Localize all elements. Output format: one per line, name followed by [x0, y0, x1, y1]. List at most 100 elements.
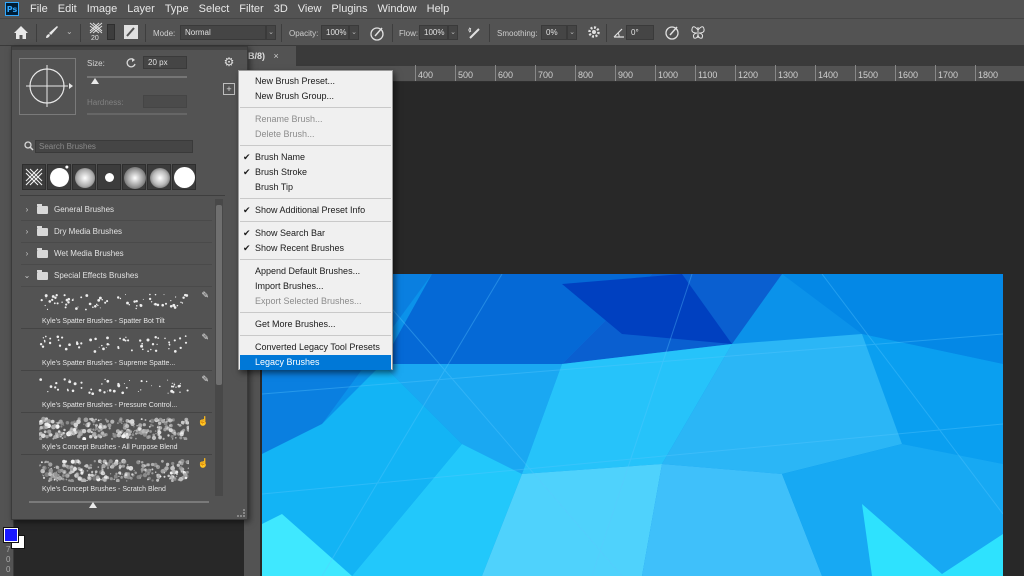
ruler-major-tick	[615, 65, 616, 81]
chevron-down-icon[interactable]: ⌄	[21, 271, 33, 280]
ruler-major-tick	[895, 65, 896, 81]
size-slider-thumb[interactable]	[91, 78, 99, 84]
menu-layer[interactable]: Layer	[122, 0, 160, 18]
menu-item-delete-brush: Delete Brush...	[240, 127, 391, 142]
hardness-input	[143, 95, 187, 108]
chevron-right-icon[interactable]: ›	[21, 249, 33, 258]
flow-input[interactable]: 100%	[419, 25, 448, 40]
brush-settings-panel-icon[interactable]	[123, 24, 139, 40]
menu-item-new-brush-group[interactable]: New Brush Group...	[240, 89, 391, 104]
size-input[interactable]: 20 px	[143, 56, 187, 69]
pressure-size-icon[interactable]	[664, 24, 680, 40]
menu-item-show-additional-preset-info[interactable]: ✔ Show Additional Preset Info	[240, 203, 391, 218]
opacity-input[interactable]: 100%	[321, 25, 349, 40]
menu-item-brush-stroke[interactable]: ✔ Brush Stroke	[240, 165, 391, 180]
brush-tool-icon[interactable]	[44, 24, 60, 40]
recent-brush-soft-medium[interactable]	[147, 164, 171, 190]
symmetry-butterfly-icon[interactable]	[690, 24, 706, 40]
menu-file[interactable]: File	[25, 0, 53, 18]
document-tab-title: B/8)	[248, 51, 266, 61]
ruler-tick-label: 1100	[698, 70, 718, 80]
menu-item-show-search-bar[interactable]: ✔ Show Search Bar	[240, 226, 391, 241]
menu-image[interactable]: Image	[82, 0, 123, 18]
group-dry-media-brushes[interactable]: › Dry Media Brushes	[21, 221, 212, 243]
smoothing-options-gear-icon[interactable]	[587, 25, 601, 39]
menu-edit[interactable]: Edit	[53, 0, 82, 18]
menu-separator	[240, 335, 391, 336]
menu-item-new-brush-preset[interactable]: New Brush Preset...	[240, 74, 391, 89]
group-special-effects-brushes[interactable]: ⌄ Special Effects Brushes	[21, 265, 212, 287]
chevron-right-icon[interactable]: ›	[21, 227, 33, 236]
recent-brush-hatch[interactable]	[22, 164, 46, 190]
hatch-brush-icon	[25, 168, 43, 186]
menu-item-converted-legacy-tool-presets[interactable]: Converted Legacy Tool Presets	[240, 340, 391, 355]
menu-window[interactable]: Window	[373, 0, 422, 18]
brush-preset-dropdown[interactable]	[107, 24, 115, 40]
menu-help[interactable]: Help	[422, 0, 455, 18]
menu-filter[interactable]: Filter	[234, 0, 268, 18]
resize-grip-icon[interactable]	[237, 509, 245, 517]
menu-type[interactable]: Type	[160, 0, 194, 18]
menu-item-brush-name[interactable]: ✔ Brush Name	[240, 150, 391, 165]
recent-brush-hard-large[interactable]	[172, 164, 196, 190]
brush-preset-picker-icon[interactable]	[89, 22, 103, 34]
brush-tip-preview[interactable]	[19, 58, 76, 115]
brush-item[interactable]: ☝ Kyle's Concept Brushes - Scratch Blend	[21, 455, 212, 496]
brush-angle-roundness-icon[interactable]	[20, 59, 75, 114]
smoothing-dropdown-arrow[interactable]: ⌄	[567, 25, 577, 40]
mode-dropdown-arrow[interactable]: ⌄	[266, 25, 276, 40]
recent-brush-soft-large[interactable]	[122, 164, 146, 190]
chevron-down-icon[interactable]: ⌄	[66, 27, 73, 36]
menu-select[interactable]: Select	[194, 0, 235, 18]
airbrush-icon[interactable]	[466, 25, 484, 41]
close-tab-icon[interactable]: ×	[274, 51, 279, 61]
panel-settings-gear-icon[interactable]: ⚙	[222, 55, 236, 69]
recent-brush-soft-round[interactable]	[72, 164, 96, 190]
group-general-brushes[interactable]: › General Brushes	[21, 199, 212, 221]
smudge-tool-icon: ☝	[197, 416, 209, 426]
opacity-dropdown-arrow[interactable]: ⌄	[349, 25, 359, 40]
menu-view[interactable]: View	[293, 0, 327, 18]
checkmark-icon: ✔	[243, 152, 251, 162]
brush-item[interactable]: ✎ Kyle's Spatter Brushes - Spatter Bot T…	[21, 287, 212, 329]
ruler-major-tick	[775, 65, 776, 81]
new-brush-button[interactable]: +	[223, 83, 235, 95]
menu-item-import-brushes[interactable]: Import Brushes...	[240, 279, 391, 294]
home-icon[interactable]	[13, 25, 29, 40]
vertical-scrollbar[interactable]	[215, 199, 223, 496]
scrollbar-thumb[interactable]	[216, 205, 222, 385]
group-wet-media-brushes[interactable]: › Wet Media Brushes	[21, 243, 212, 265]
menu-item-get-more-brushes[interactable]: Get More Brushes...	[240, 317, 391, 332]
ruler-tick-label: 900	[618, 70, 634, 80]
reset-size-icon[interactable]	[125, 57, 137, 69]
smoothing-input[interactable]: 0%	[541, 25, 567, 40]
menu-item-legacy-brushes[interactable]: Legacy Brushes	[240, 355, 391, 370]
ruler-tick-label: 1700	[938, 70, 959, 80]
menu-item-brush-tip[interactable]: Brush Tip	[240, 180, 391, 195]
ruler-major-tick	[455, 65, 456, 81]
menu-plugins[interactable]: Plugins	[326, 0, 372, 18]
recent-brush-hard-round[interactable]: ●	[47, 164, 71, 190]
flow-dropdown-arrow[interactable]: ⌄	[448, 25, 458, 40]
preview-size-slider-track[interactable]	[29, 501, 209, 503]
menu-3d[interactable]: 3D	[269, 0, 293, 18]
pressure-opacity-icon[interactable]	[369, 25, 385, 41]
menu-item-label: Brush Stroke	[255, 167, 308, 177]
search-brushes-input[interactable]: Search Brushes	[35, 140, 193, 153]
options-bar: ⌄ 20 Mode: Normal ⌄ Opacity: 100% ⌄ Flow…	[0, 18, 1024, 46]
document-tab[interactable]: B/8) ×	[244, 46, 296, 66]
mode-select[interactable]: Normal	[180, 25, 266, 40]
size-slider-track[interactable]	[87, 76, 187, 78]
brush-item[interactable]: ✎ Kyle's Spatter Brushes - Pressure Cont…	[21, 371, 212, 413]
brush-item[interactable]: ☝ Kyle's Concept Brushes - All Purpose B…	[21, 413, 212, 455]
recent-brush-small-round[interactable]	[97, 164, 121, 190]
chevron-right-icon[interactable]: ›	[21, 205, 33, 214]
menu-item-label: Import Brushes...	[255, 281, 324, 291]
menu-item-append-default-brushes[interactable]: Append Default Brushes...	[240, 264, 391, 279]
angle-input[interactable]: 0°	[626, 25, 654, 40]
brush-item[interactable]: ✎ Kyle's Spatter Brushes - Supreme Spatt…	[21, 329, 212, 371]
menu-item-show-recent-brushes[interactable]: ✔ Show Recent Brushes	[240, 241, 391, 256]
group-label: Dry Media Brushes	[54, 227, 123, 236]
preview-size-slider-thumb[interactable]	[89, 502, 97, 508]
foreground-color-swatch[interactable]	[3, 527, 19, 543]
